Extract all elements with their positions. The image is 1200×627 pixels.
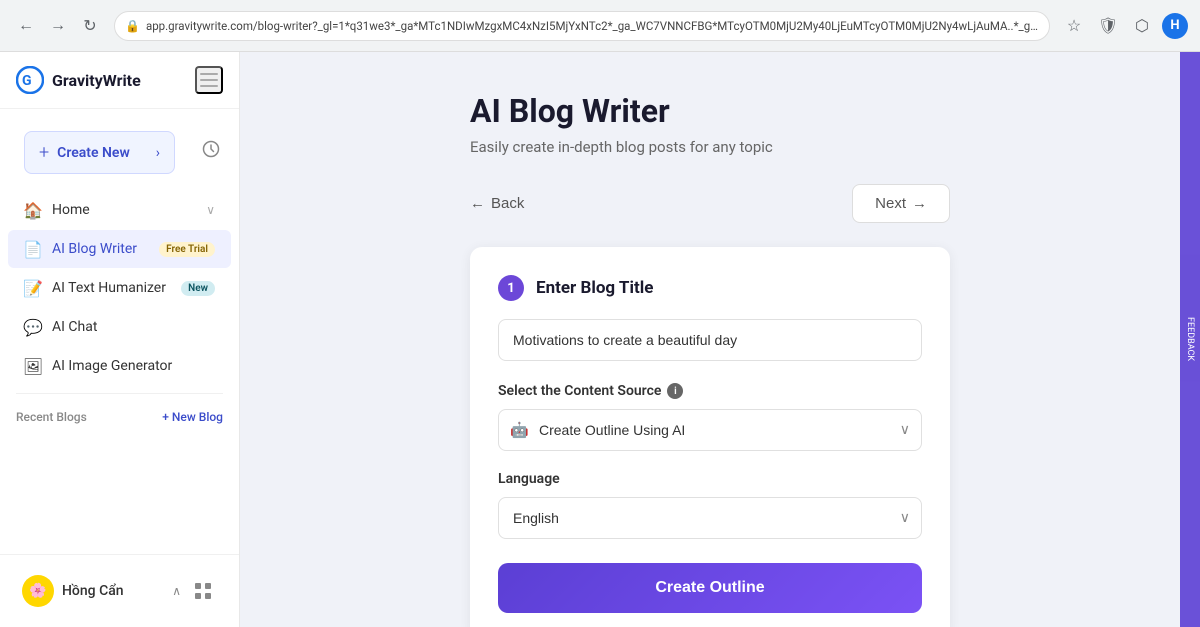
browser-chrome: ← → ↻ 🔒 app.gravitywrite.com/blog-writer… — [0, 0, 1200, 52]
language-label-text: Language — [498, 471, 560, 487]
home-icon: 🏠 — [24, 201, 42, 219]
back-arrow-icon: ← — [470, 195, 485, 212]
sidebar-item-blog-writer-label: AI Blog Writer — [52, 241, 149, 257]
logo-text: GravityWrite — [52, 71, 141, 90]
content-source-select-wrapper: 🤖 Create Outline Using AI ∨ — [498, 409, 922, 451]
create-outline-button[interactable]: Create Outline — [498, 563, 922, 613]
sidebar-item-image-generator[interactable]: 🖼 AI Image Generator — [8, 347, 231, 385]
sidebar-nav: 🏠 Home ∨ 📄 AI Blog Writer Free Trial 📝 A… — [0, 182, 239, 554]
user-row[interactable]: 🌸 Hồng Cẩn ∧ — [12, 567, 227, 615]
extensions-icon[interactable]: ⬡ — [1128, 12, 1156, 40]
feedback-label: FEEDBACK — [1185, 317, 1195, 361]
main-content: AI Blog Writer Easily create in-depth bl… — [240, 52, 1180, 627]
back-label: Back — [491, 195, 524, 212]
sidebar-footer: 🌸 Hồng Cẩn ∧ — [0, 554, 239, 627]
sidebar-header: G GravityWrite — [0, 52, 239, 109]
sidebar-item-text-humanizer[interactable]: 📝 AI Text Humanizer New — [8, 269, 231, 307]
feedback-strip[interactable]: FEEDBACK — [1180, 52, 1200, 627]
logo-icon: G — [16, 66, 44, 94]
address-bar[interactable]: 🔒 app.gravitywrite.com/blog-writer?_gl=1… — [114, 11, 1050, 41]
plus-icon: + — [39, 142, 49, 163]
reload-button[interactable]: ↻ — [76, 12, 104, 40]
new-blog-button[interactable]: + New Blog — [162, 410, 223, 424]
back-button[interactable]: ← Back — [470, 187, 524, 220]
recent-blogs-row: Recent Blogs + New Blog — [0, 402, 239, 432]
new-badge: New — [181, 281, 215, 296]
step-title: Enter Blog Title — [536, 278, 653, 298]
blog-title-input[interactable] — [498, 319, 922, 361]
ai-chat-icon: 💬 — [24, 318, 42, 336]
text-humanizer-icon: 📝 — [24, 279, 42, 297]
user-avatar: 🌸 — [22, 575, 54, 607]
image-generator-icon: 🖼 — [24, 357, 42, 375]
create-outline-label: Create Outline — [655, 579, 764, 596]
sidebar-item-home-label: Home — [52, 202, 196, 218]
page-subtitle: Easily create in-depth blog posts for an… — [470, 138, 950, 156]
sidebar-toggle-button[interactable] — [195, 66, 223, 94]
user-chevron-icon: ∧ — [172, 584, 181, 598]
nav-buttons-row: ← Back Next → — [470, 184, 950, 223]
content-card: AI Blog Writer Easily create in-depth bl… — [470, 92, 950, 627]
content-source-select[interactable]: Create Outline Using AI — [498, 409, 922, 451]
forward-nav-button[interactable]: → — [44, 12, 72, 40]
sidebar: G GravityWrite + Create New › — [0, 52, 240, 627]
form-card: 1 Enter Blog Title Select the Content So… — [470, 247, 950, 627]
info-icon[interactable]: i — [667, 383, 683, 399]
bookmark-icon[interactable]: ☆ — [1060, 12, 1088, 40]
language-label: Language — [498, 471, 922, 487]
next-arrow-icon: → — [912, 195, 927, 212]
sidebar-item-home[interactable]: 🏠 Home ∨ — [8, 191, 231, 229]
content-source-label: Select the Content Source i — [498, 383, 922, 399]
create-new-label-area: + Create New — [39, 142, 130, 163]
browser-nav-icons: ← → ↻ — [12, 12, 104, 40]
language-select[interactable]: English — [498, 497, 922, 539]
sidebar-divider — [16, 393, 223, 394]
sidebar-item-blog-writer[interactable]: 📄 AI Blog Writer Free Trial — [8, 230, 231, 268]
user-name: Hồng Cẩn — [62, 583, 164, 599]
create-new-button[interactable]: + Create New › — [24, 131, 175, 174]
step-number: 1 — [498, 275, 524, 301]
browser-actions: ☆ 🛡 ⬡ H — [1060, 12, 1188, 40]
page-title: AI Blog Writer — [470, 92, 950, 130]
recent-blogs-label: Recent Blogs — [16, 410, 87, 424]
grid-icon[interactable] — [189, 577, 217, 605]
logo-area: G GravityWrite — [16, 66, 141, 94]
step-header: 1 Enter Blog Title — [498, 275, 922, 301]
url-text: app.gravitywrite.com/blog-writer?_gl=1*q… — [146, 19, 1039, 33]
back-nav-button[interactable]: ← — [12, 12, 40, 40]
lock-icon: 🔒 — [125, 19, 140, 33]
history-button[interactable] — [195, 133, 227, 165]
app-layout: G GravityWrite + Create New › — [0, 52, 1200, 627]
home-chevron-icon: ∨ — [206, 203, 215, 217]
sidebar-item-ai-chat-label: AI Chat — [52, 319, 215, 335]
content-source-label-text: Select the Content Source — [498, 383, 661, 399]
sidebar-item-ai-chat[interactable]: 💬 AI Chat — [8, 308, 231, 346]
sidebar-item-text-humanizer-label: AI Text Humanizer — [52, 280, 171, 296]
create-new-label: Create New — [57, 145, 130, 161]
sidebar-item-image-generator-label: AI Image Generator — [52, 358, 215, 374]
outline-icon: 🤖 — [510, 421, 529, 439]
language-select-wrapper: English ∨ — [498, 497, 922, 539]
next-button[interactable]: Next → — [852, 184, 950, 223]
svg-text:G: G — [22, 73, 32, 89]
shield-icon[interactable]: 🛡 — [1094, 12, 1122, 40]
next-label: Next — [875, 195, 906, 212]
profile-avatar[interactable]: H — [1162, 13, 1188, 39]
blog-writer-icon: 📄 — [24, 240, 42, 258]
free-trial-badge: Free Trial — [159, 242, 215, 257]
create-new-chevron-icon: › — [156, 145, 160, 161]
